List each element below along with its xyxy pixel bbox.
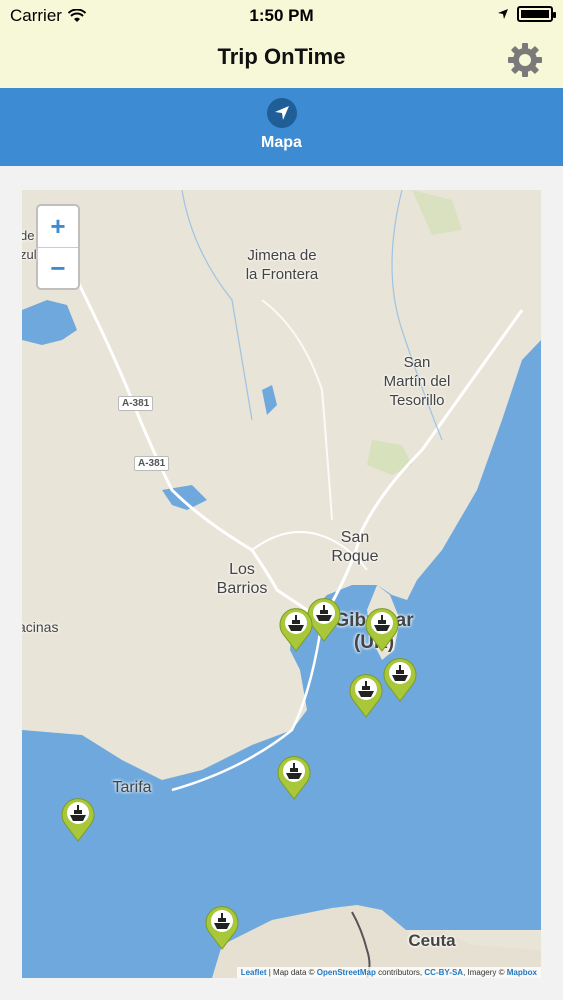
leaflet-link[interactable]: Leaflet [241, 968, 267, 977]
place-san-martin: San Martín del Tesorillo [383, 354, 451, 409]
nav-bar: Trip OnTime [0, 32, 563, 89]
ship-marker[interactable] [276, 754, 312, 800]
ship-marker[interactable] [60, 796, 96, 842]
license-link[interactable]: CC-BY-SA [424, 968, 463, 977]
tab-mapa[interactable]: Mapa [0, 98, 563, 152]
zoom-control: + − [36, 204, 80, 290]
mapbox-link[interactable]: Mapbox [507, 968, 537, 977]
attribution-map-data: | Map data © [268, 968, 315, 977]
map-view[interactable]: + − de zul Jimena de la Frontera San Mar… [22, 190, 541, 978]
place-ceuta: Ceuta [408, 931, 456, 950]
navigation-icon [266, 98, 297, 128]
ship-marker[interactable] [278, 606, 314, 652]
tab-bar: Mapa [0, 88, 563, 166]
map-attribution: Leaflet | Map data © OpenStreetMap contr… [236, 967, 541, 978]
location-arrow-icon [498, 9, 508, 19]
place-edge-label: de zul [22, 228, 37, 262]
place-san-roque: San Roque [331, 529, 379, 565]
app-title: Trip OnTime [217, 44, 346, 69]
status-time: 1:50 PM [249, 6, 314, 25]
road-label: A-381 [134, 456, 170, 471]
place-jimena: Jimena de la Frontera [245, 247, 319, 283]
ship-marker[interactable] [364, 606, 400, 652]
ship-marker[interactable] [204, 904, 240, 950]
status-bar: Carrier 1:50 PM [0, 0, 563, 32]
ship-marker[interactable] [348, 672, 384, 718]
tab-mapa-label: Mapa [261, 134, 302, 151]
place-los-barrios: Los Barrios [216, 561, 268, 597]
gear-icon[interactable] [505, 40, 545, 80]
place-facinas: acinas [22, 619, 59, 635]
zoom-in-button[interactable]: + [38, 206, 78, 248]
status-right [497, 6, 556, 22]
zoom-out-button[interactable]: − [38, 248, 78, 289]
ship-marker[interactable] [382, 656, 418, 702]
attribution-contributors: contributors, [378, 968, 423, 977]
place-tarifa: Tarifa [112, 779, 152, 796]
battery-icon [517, 6, 556, 22]
osm-link[interactable]: OpenStreetMap [317, 968, 376, 977]
attribution-imagery: , Imagery © [463, 968, 505, 977]
road-label: A-381 [118, 396, 154, 411]
